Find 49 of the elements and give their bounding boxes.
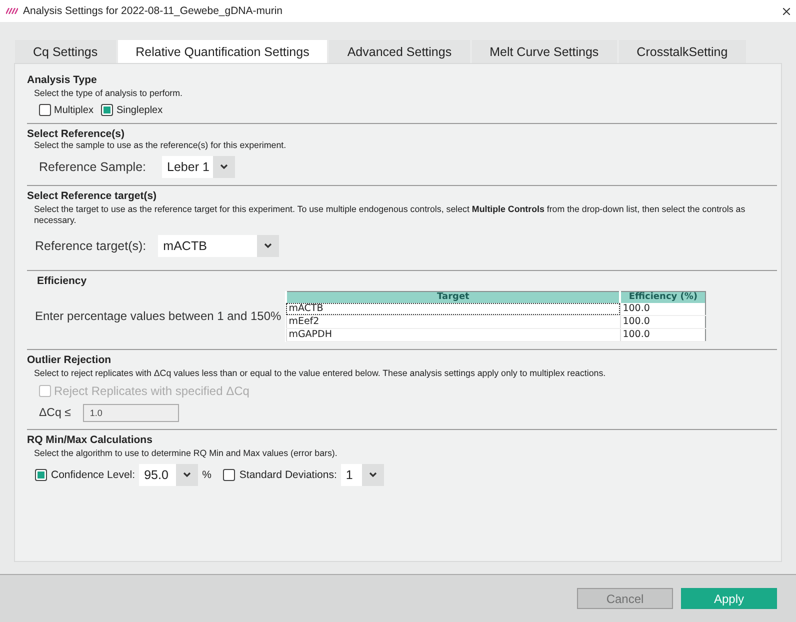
section-heading: Efficiency: [37, 274, 88, 286]
unit-label: %: [202, 468, 212, 481]
section-description: Select to reject replicates with ΔCq values less than or equal to the value entered below. These analysis settings apply only to multiplex reactions.: [34, 368, 607, 379]
checkbox[interactable]: [223, 468, 236, 481]
reference-sample-dropdown[interactable]: Leber 1: [162, 156, 236, 178]
chevron-down-icon: [264, 242, 272, 248]
field-label: Reference Sample:: [39, 160, 146, 174]
close-icon[interactable]: [783, 8, 790, 14]
column-header: Target: [286, 291, 620, 302]
checkbox-label: Reject Replicates with specified ΔCq: [54, 384, 250, 398]
checkbox-label: Singleplex: [116, 104, 163, 116]
checkbox-label: Multiplex: [54, 104, 94, 116]
table-cell[interactable]: 100.0: [620, 315, 706, 328]
section-description: Select the algorithm to use to determine RQ Min and Max values (error bars).: [34, 448, 338, 459]
table-cell[interactable]: mACTB: [286, 302, 620, 315]
field-label: ΔCq ≤: [39, 406, 71, 419]
tab[interactable]: Melt Curve Settings: [472, 40, 617, 63]
reference-target-dropdown[interactable]: mACTB: [158, 234, 280, 256]
chevron-down-icon: [183, 472, 192, 478]
section-heading: Outlier Rejection: [27, 354, 112, 366]
tab[interactable]: Advanced Settings: [329, 40, 470, 63]
section-heading: Analysis Type: [27, 74, 98, 86]
table-cell[interactable]: 100.0: [620, 302, 706, 315]
section-description: Select the type of analysis to perform.: [34, 88, 184, 100]
table-cell[interactable]: mGAPDH: [286, 328, 620, 341]
tab[interactable]: Relative Quantification Settings: [118, 40, 328, 63]
value-dropdown[interactable]: 1: [340, 464, 384, 486]
section-description: Select the target to use as the reference target for this experiment. To use multiple endogenous controls, select Multiple Controls from the drop-down list, then select the controls as necessary.: [34, 204, 746, 226]
checkbox-label: Confidence Level:: [51, 468, 136, 481]
table-cell[interactable]: mEef2: [286, 315, 620, 328]
tab[interactable]: Cq Settings: [15, 40, 116, 63]
checkbox[interactable]: [35, 468, 47, 481]
window-title: Analysis Settings for 2022-08-11_Gewebe_gDNA-murin: [23, 5, 284, 17]
section-heading: RQ Min/Max Calculations: [27, 434, 154, 446]
logo-icon: [6, 8, 18, 14]
checkbox[interactable]: [39, 104, 51, 116]
column-header: Efficiency (%): [620, 291, 706, 302]
checkbox-label: Standard Deviations:: [239, 468, 337, 481]
instruction-text: Enter percentage values between 1 and 150%: [35, 309, 282, 323]
field-label: Reference target(s):: [35, 238, 146, 252]
chevron-down-icon: [220, 164, 228, 170]
section-heading: Select Reference target(s): [27, 190, 158, 202]
section-description: Select the sample to use as the reference(s) for this experiment.: [34, 140, 288, 152]
tab[interactable]: CrosstalkSetting: [618, 40, 746, 63]
section-heading: Select Reference(s): [27, 128, 126, 140]
table-cell[interactable]: 100.0: [620, 328, 706, 341]
chevron-down-icon: [368, 472, 377, 478]
value-dropdown[interactable]: 95.0: [139, 464, 198, 486]
checkbox[interactable]: [101, 104, 114, 116]
